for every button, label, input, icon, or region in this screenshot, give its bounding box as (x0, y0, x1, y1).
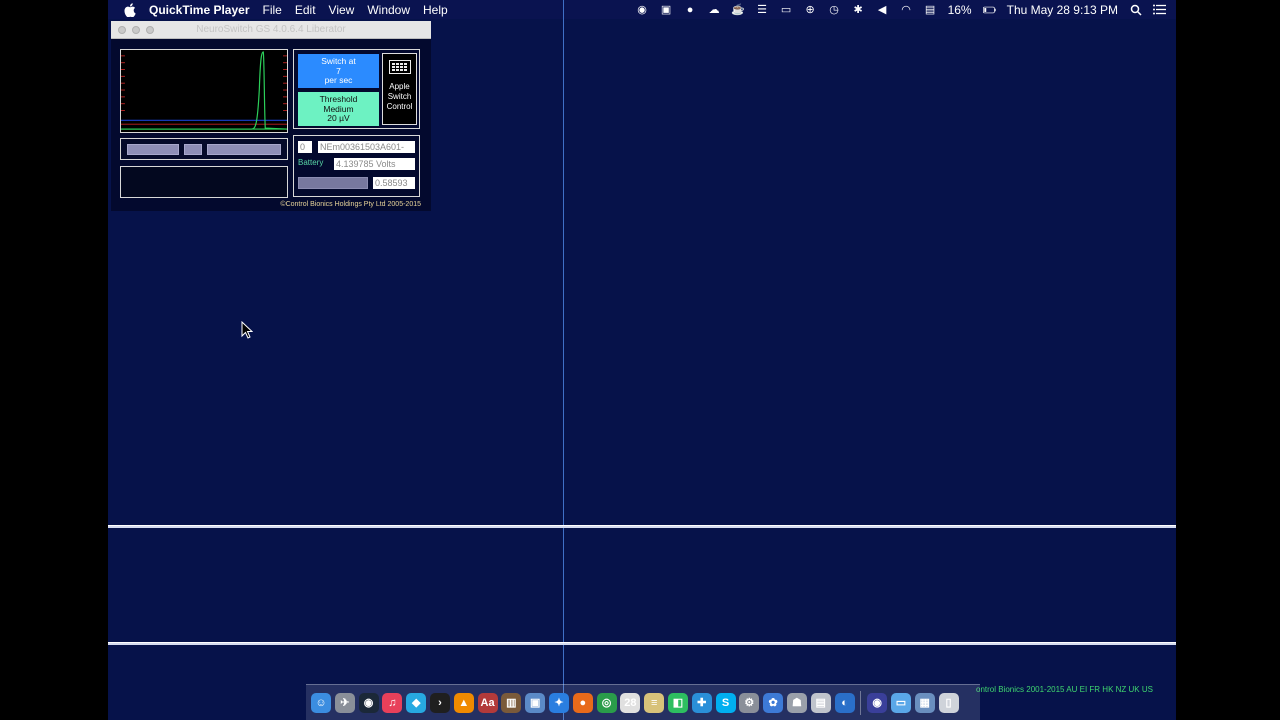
firefox-icon[interactable]: ● (572, 692, 593, 713)
neuroswitch-window: NeuroSwitch GS 4.0.6.4 Liberator Switch … (111, 21, 431, 211)
notification-center-icon[interactable] (1153, 3, 1166, 16)
preview-icon[interactable]: ▣ (525, 692, 546, 713)
dock: ☺ ✈ ◉ ♫ ◆ › ▲ Aa ▥ ▣ ✦ ● ◎ 28 ≡ ◧ ✚ S ⚙ ✿ ☗ ▤ ◐ ◉ ▭ ▦ ▯ (306, 684, 980, 720)
signal-graph (120, 49, 288, 133)
scanner-icon[interactable]: ▤ (810, 692, 831, 713)
vlc-icon[interactable]: ▲ (453, 692, 474, 713)
desktop: QuickTime Player File Edit View Window H… (108, 0, 1176, 720)
cup-icon[interactable]: ☕ (731, 3, 745, 16)
clock[interactable]: Thu May 28 9:13 PM (1007, 3, 1118, 17)
battery-icon[interactable] (982, 3, 996, 16)
battery-level-bar (298, 177, 368, 189)
quicktime-icon[interactable]: ◉ (867, 692, 888, 713)
window-titlebar[interactable]: NeuroSwitch GS 4.0.6.4 Liberator (111, 21, 431, 39)
automator-icon[interactable]: ☗ (786, 692, 807, 713)
steam-icon[interactable]: ◉ (358, 692, 379, 713)
kodi-icon[interactable]: ◆ (406, 692, 427, 713)
utility-icon[interactable]: ✿ (763, 692, 784, 713)
keyboard-icon[interactable]: ☰ (756, 3, 769, 16)
menu-help[interactable]: Help (423, 3, 448, 17)
apple-switch-label: Control (386, 102, 413, 111)
threshold-value: 20 µV (327, 113, 350, 123)
device-index-field[interactable]: 0 (298, 141, 312, 153)
launchpad-icon[interactable]: ✈ (334, 692, 355, 713)
menu-view[interactable]: View (329, 3, 355, 17)
horizontal-divider (108, 642, 1176, 645)
volume-icon[interactable]: ◀ (876, 3, 889, 16)
system-preferences-icon[interactable]: ⚙ (739, 692, 760, 713)
message-area (120, 166, 288, 198)
apple-switch-control-button[interactable]: Apple Switch Control (382, 53, 417, 125)
copyright-text: ©Control Bionics Holdings Pty Ltd 2005-2… (280, 201, 421, 208)
device-id-field[interactable]: NEm00361503A601- (318, 141, 415, 153)
mouse-pointer-icon (241, 321, 253, 339)
window-title: NeuroSwitch GS 4.0.6.4 Liberator (196, 24, 346, 35)
bluetooth-icon[interactable]: ✱ (852, 3, 865, 16)
switch-rate-unit: per sec (324, 75, 353, 85)
downloads-folder-icon[interactable]: ▭ (890, 692, 911, 713)
threshold-button[interactable]: Threshold Medium 20 µV (298, 92, 379, 126)
spotlight-icon[interactable] (1129, 3, 1142, 16)
keyboard-icon (388, 60, 411, 74)
apple-switch-label: Switch (387, 92, 412, 101)
itunes-icon[interactable]: ♫ (382, 692, 403, 713)
input-icon[interactable]: ▤ (924, 3, 937, 16)
level-bar (207, 144, 281, 155)
time-machine-icon[interactable]: ◷ (828, 3, 841, 16)
browser-icon[interactable]: ◐ (834, 692, 855, 713)
level-bar (127, 144, 179, 155)
level-bar (184, 144, 202, 155)
battery-voltage-field: 4.139785 Volts (334, 158, 415, 170)
xcode-icon[interactable]: ✚ (691, 692, 712, 713)
trash-icon[interactable]: ▯ (938, 692, 959, 713)
finder-icon[interactable]: ☺ (311, 692, 331, 713)
apple-switch-label: Apple (389, 82, 410, 91)
plex-icon[interactable]: › (429, 692, 450, 713)
menu-window[interactable]: Window (367, 3, 410, 17)
app-menu-quicktime[interactable]: QuickTime Player (149, 3, 250, 17)
background-copyright-text: ontrol Bionics 2001-2015 AU EI FR HK NZ … (976, 685, 1153, 694)
battery-level-value: 0.58593 (373, 177, 415, 189)
chrome-icon[interactable]: ◎ (596, 692, 617, 713)
switch-rate-button[interactable]: Switch at 7 per sec (298, 54, 379, 88)
airplay-icon[interactable]: ▭ (780, 3, 793, 16)
pin-icon[interactable]: ● (684, 3, 697, 16)
dictionary-icon[interactable]: Aa (477, 692, 498, 713)
evernote-icon[interactable]: ◧ (667, 692, 688, 713)
notes-icon[interactable]: ≡ (644, 692, 665, 713)
accessibility-icon[interactable]: ⊕ (804, 3, 817, 16)
dock-separator (860, 690, 862, 715)
lock-icon[interactable]: ▣ (660, 3, 673, 16)
menu-file[interactable]: File (263, 3, 282, 17)
battery-label: Battery (298, 158, 324, 167)
wifi-icon[interactable]: ◠ (900, 3, 913, 16)
device-info-panel: 0 NEm00361503A601- Battery 4.139785 Volt… (293, 135, 420, 197)
menu-edit[interactable]: Edit (295, 3, 316, 17)
skype-icon[interactable]: S (715, 692, 736, 713)
applications-folder-icon[interactable]: ▦ (914, 692, 935, 713)
menu-bar: QuickTime Player File Edit View Window H… (108, 0, 1176, 19)
vertical-divider (563, 0, 564, 720)
battery-percent[interactable]: 16% (948, 3, 972, 17)
ibooks-icon[interactable]: ▥ (501, 692, 522, 713)
cloud-icon[interactable]: ☁ (708, 3, 721, 16)
horizontal-divider (108, 525, 1176, 528)
record-icon[interactable]: ◉ (636, 3, 649, 16)
safari-icon[interactable]: ✦ (548, 692, 569, 713)
calendar-icon[interactable]: 28 (620, 692, 641, 713)
status-bars (120, 138, 288, 160)
apple-menu-icon[interactable] (123, 2, 137, 17)
switch-controls: Switch at 7 per sec Threshold Medium 20 … (293, 49, 420, 129)
